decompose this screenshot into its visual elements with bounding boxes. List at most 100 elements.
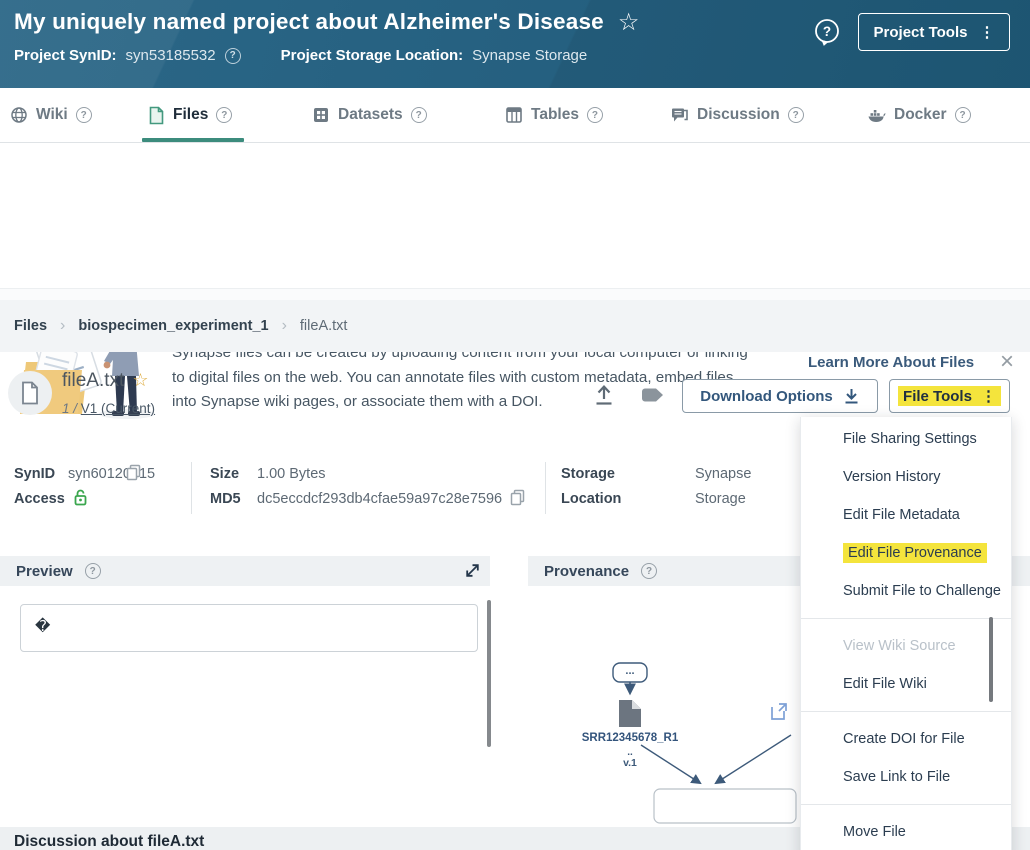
discussion-help-icon[interactable]: [788, 107, 804, 123]
provenance-node-label[interactable]: SRR12345678_R1: [582, 732, 679, 744]
storage-value-line2: Storage: [695, 491, 746, 507]
download-options-label: Download Options: [700, 388, 833, 405]
metadata-divider: [191, 462, 192, 514]
menu-item-create-doi-for-file[interactable]: Create DOI for File: [801, 720, 1011, 758]
provenance-edge: [641, 745, 700, 783]
datasets-help-icon[interactable]: [411, 107, 427, 123]
synid-help-icon[interactable]: [225, 48, 241, 64]
file-name-text: fileA.txt: [62, 370, 124, 391]
provenance-help-icon[interactable]: [641, 563, 657, 579]
storage-location-label: Project Storage Location:: [281, 47, 464, 64]
help-bubble-icon[interactable]: ?: [812, 17, 842, 47]
svg-text:?: ?: [823, 24, 831, 39]
learn-more-link[interactable]: Learn More About Files: [808, 354, 974, 371]
file-tools-label: File Tools: [903, 388, 972, 405]
active-tab-underline: [142, 138, 244, 142]
discussion-section-title: Discussion about fileA.txt: [14, 833, 204, 850]
file-tools-dropdown-menu: File Sharing Settings Version History Ed…: [800, 417, 1012, 850]
project-tools-button[interactable]: Project Tools: [858, 13, 1010, 51]
access-open-lock-icon[interactable]: [73, 488, 88, 506]
file-version-row: 1 / V1 (Current): [62, 401, 155, 416]
size-value: 1.00 Bytes: [257, 466, 326, 482]
tab-discussion[interactable]: Discussion: [670, 88, 804, 142]
tab-docker-label: Docker: [894, 106, 947, 124]
chevron-right-icon: [282, 317, 287, 335]
download-options-button[interactable]: Download Options: [682, 379, 878, 413]
file-favorite-star-icon[interactable]: ☆: [132, 370, 148, 390]
copy-icon[interactable]: [510, 489, 525, 506]
provenance-title: Provenance: [544, 563, 629, 580]
preview-expand-icon[interactable]: [464, 562, 481, 579]
upload-button[interactable]: [593, 383, 615, 409]
provenance-file-node[interactable]: [619, 700, 641, 727]
favorite-star-icon[interactable]: ☆: [618, 8, 640, 37]
discussion-chat-icon: [670, 106, 689, 124]
tag-icon: [640, 385, 665, 405]
undefined-node-label: ...: [625, 665, 634, 677]
file-tools-highlight: File Tools: [898, 386, 1001, 406]
menu-scrollbar[interactable]: [989, 617, 993, 702]
menu-item-file-sharing-settings[interactable]: File Sharing Settings: [801, 420, 1011, 458]
menu-item-label: Save Link to File: [843, 769, 950, 785]
tab-datasets-label: Datasets: [338, 106, 403, 124]
file-preview-content: �: [20, 604, 478, 652]
project-title: My uniquely named project about Alzheime…: [14, 7, 640, 36]
storage-location-value: Synapse Storage: [472, 47, 587, 64]
menu-divider: [801, 711, 1011, 712]
menu-item-save-link-to-file[interactable]: Save Link to File: [801, 758, 1011, 796]
provenance-expand-icon[interactable]: [769, 701, 789, 722]
menu-item-edit-file-wiki[interactable]: Edit File Wiki: [801, 665, 1011, 703]
annotations-button[interactable]: [640, 385, 665, 408]
breadcrumb: Files biospecimen_experiment_1 fileA.txt: [0, 300, 1030, 352]
size-label: Size: [210, 466, 239, 482]
menu-item-label-highlighted: Edit File Provenance: [843, 543, 987, 563]
synid-value: syn60120415: [68, 466, 155, 482]
file-tools-button[interactable]: File Tools: [889, 379, 1010, 413]
tab-wiki-label: Wiki: [36, 106, 68, 124]
breadcrumb-current-file: fileA.txt: [300, 318, 348, 334]
project-synid-label: Project SynID:: [14, 47, 117, 64]
getting-started-banner: Getting Started With Files Synapse files…: [0, 144, 1030, 288]
wiki-help-icon[interactable]: [76, 107, 92, 123]
kebab-menu-icon: [979, 23, 994, 41]
menu-item-label: Submit File to Challenge: [843, 583, 1001, 599]
menu-item-label: Move File: [843, 824, 906, 840]
menu-divider: [801, 804, 1011, 805]
tables-help-icon[interactable]: [587, 107, 603, 123]
menu-item-view-wiki-source: View Wiki Source: [801, 627, 1011, 665]
access-label: Access: [14, 491, 65, 507]
kebab-menu-icon: [981, 387, 996, 405]
tab-tables[interactable]: Tables: [505, 88, 603, 142]
storage-label-line2: Location: [561, 491, 621, 507]
breadcrumb-folder[interactable]: biospecimen_experiment_1: [78, 318, 268, 334]
copy-icon[interactable]: [126, 464, 141, 481]
preview-scrollbar[interactable]: [487, 600, 491, 747]
entity-tab-bar: Wiki Files Datasets Tables Discussion Do…: [0, 88, 1030, 143]
banner-close-icon[interactable]: ×: [1000, 348, 1014, 376]
version-number: 1 /: [62, 401, 77, 416]
project-tools-label: Project Tools: [874, 24, 968, 41]
menu-item-version-history[interactable]: Version History: [801, 458, 1011, 496]
file-glyph-icon: [20, 381, 40, 405]
version-current-link[interactable]: V1 (Current): [81, 401, 155, 416]
menu-item-edit-file-metadata[interactable]: Edit File Metadata: [801, 496, 1011, 534]
preview-help-icon[interactable]: [85, 563, 101, 579]
tab-tables-label: Tables: [531, 106, 579, 124]
menu-item-move-file[interactable]: Move File: [801, 813, 1011, 850]
menu-item-label: Edit File Wiki: [843, 676, 927, 692]
files-help-icon[interactable]: [216, 107, 232, 123]
tab-wiki[interactable]: Wiki: [10, 88, 92, 142]
docker-whale-icon: [866, 106, 886, 124]
breadcrumb-files[interactable]: Files: [14, 318, 47, 334]
tab-docker[interactable]: Docker: [866, 88, 971, 142]
menu-item-edit-file-provenance[interactable]: Edit File Provenance: [801, 534, 1011, 572]
table-icon: [505, 106, 523, 124]
tab-datasets[interactable]: Datasets: [312, 88, 427, 142]
tab-files[interactable]: Files: [148, 88, 232, 142]
md5-value: dc5eccdcf293db4cfae59a97c28e7596: [257, 491, 502, 507]
menu-item-submit-file-to-challenge[interactable]: Submit File to Challenge: [801, 572, 1011, 610]
project-header: My uniquely named project about Alzheime…: [0, 0, 1030, 88]
docker-help-icon[interactable]: [955, 107, 971, 123]
provenance-activity-node[interactable]: [654, 789, 796, 823]
download-icon: [843, 387, 860, 405]
